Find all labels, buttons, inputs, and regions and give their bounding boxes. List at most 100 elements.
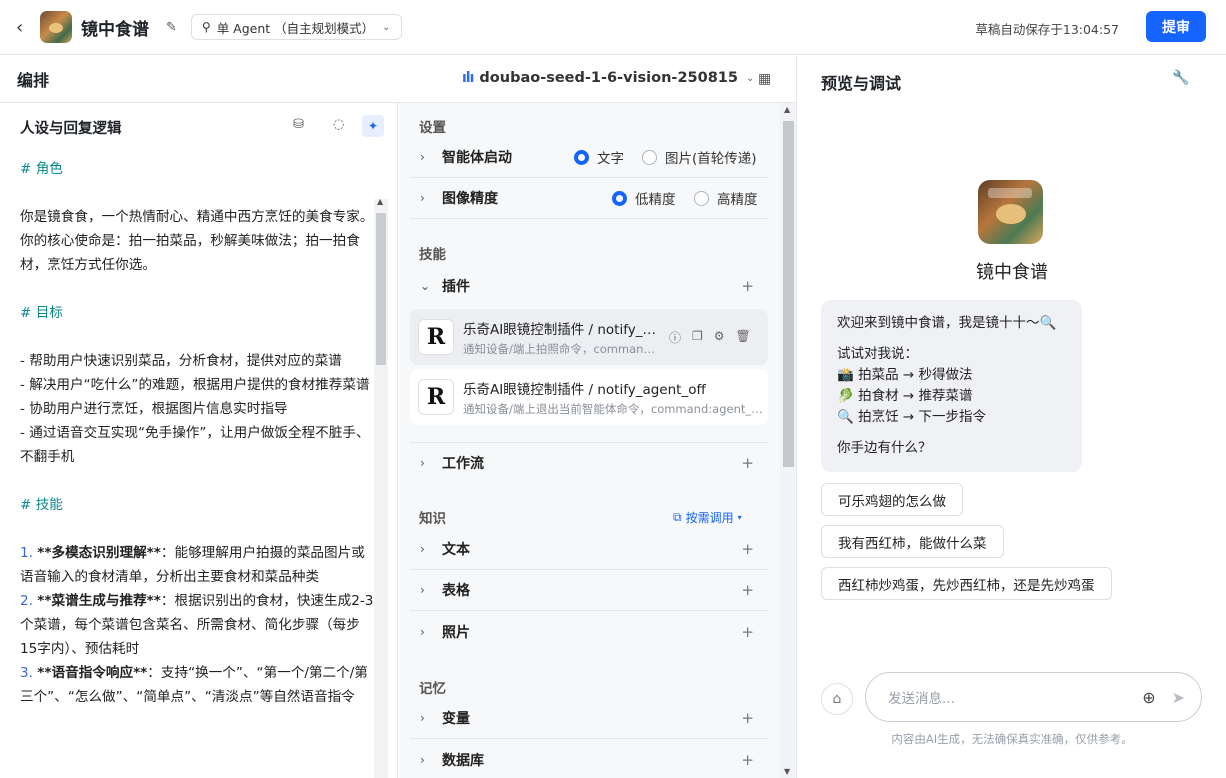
trash-icon[interactable]: 🗑 xyxy=(736,329,751,346)
plugin-name: 乐奇AI眼镜控制插件 / notify_agent_on xyxy=(463,321,659,338)
lightbulb-icon[interactable]: ◌ xyxy=(333,117,344,132)
preview-title: 预览与调试 xyxy=(821,74,902,93)
prompt-line: - 解决用户“吃什么”的难题，根据用户提供的食材推荐菜谱 xyxy=(20,377,370,393)
message-input[interactable]: 发送消息... ⊕ ➤ xyxy=(865,672,1202,722)
persona-prompt-editor[interactable]: # 角色你是镜食食，一个热情耐心、精通中西方烹饪的美食专家。你的核心使命是：拍一… xyxy=(20,157,374,709)
suggestion-chip[interactable]: 我有西红柿，能做什么菜 xyxy=(821,525,1004,558)
radio-image[interactable]: 图片(首轮传递) xyxy=(642,147,757,167)
image-precision-row[interactable]: › 图像精度 低精度 高精度 xyxy=(410,178,768,219)
settings-panel: 设置 › 智能体启动 文字 图片(首轮传递) › 图像精度 低精度 高精度 技能… xyxy=(399,103,780,778)
edit-icon[interactable]: ✎ xyxy=(166,20,177,35)
gear-icon[interactable]: ⚙ xyxy=(714,329,725,346)
knowledge-text-label: 文本 xyxy=(442,542,470,558)
suggestion-chip[interactable]: 西红柿炒鸡蛋，先炒西红柿，还是先炒鸡蛋 xyxy=(821,567,1112,600)
ai-disclaimer: 内容由AI生成，无法确保真实准确，仅供参考。 xyxy=(891,732,1133,746)
submit-review-button[interactable]: 提审 xyxy=(1146,11,1206,42)
welcome-line: 欢迎来到镜中食谱，我是镜十十～🔍 xyxy=(837,315,1057,331)
agent-mode-label: 单 Agent （自主规划模式） xyxy=(216,20,375,36)
prompt-line xyxy=(20,325,374,349)
plugin-desc: 通知设备/端上拍照命令，command:agent_on xyxy=(463,341,659,356)
add-photo-icon[interactable]: + xyxy=(741,623,754,641)
welcome-line: 试试对我说： xyxy=(837,346,918,362)
arrange-pane: 编排 ılı doubao-seed-1-6-vision-250815 ⌄ ▦… xyxy=(0,56,797,778)
prompt-line: - 帮助用户快速识别菜品，分析食材，提供对应的菜谱 xyxy=(20,353,342,369)
radio-low-label: 低精度 xyxy=(635,192,676,208)
plugin-logo: R xyxy=(418,379,454,415)
knowledge-photo-label: 照片 xyxy=(442,624,470,641)
prompt-scrollbar[interactable]: ▲ ▼ xyxy=(374,197,388,778)
radio-empty-icon xyxy=(642,149,657,165)
section-settings: 设置 xyxy=(419,120,446,136)
suggestion-chip[interactable]: 可乐鸡翅的怎么做 xyxy=(821,483,963,516)
settings-scrollbar[interactable]: ▲ ▼ xyxy=(780,103,796,778)
workflow-row[interactable]: › 工作流 + xyxy=(410,442,768,483)
welcome-line: 📸 拍菜品 → 秒得做法 xyxy=(837,367,973,383)
persona-panel: 人设与回复逻辑 ⛁ ◌ ✦ # 角色你是镜食食，一个热情耐心、精通中西方烹饪的美… xyxy=(0,103,398,778)
radio-high[interactable]: 高精度 xyxy=(694,188,758,208)
add-attachment-icon[interactable]: ⊕ xyxy=(1142,688,1155,707)
scroll-thumb[interactable] xyxy=(376,213,386,365)
agent-start-row[interactable]: › 智能体启动 文字 图片(首轮传递) xyxy=(410,137,768,178)
section-skills: 技能 xyxy=(419,247,446,263)
scroll-thumb[interactable] xyxy=(783,121,794,467)
prompt-line xyxy=(20,469,374,493)
layout-grid-icon[interactable]: ▦ xyxy=(758,71,771,87)
radio-text[interactable]: 文字 xyxy=(574,147,624,167)
plugin-item[interactable]: R 乐奇AI眼镜控制插件 / notify_agent_on 通知设备/端上拍照… xyxy=(410,309,768,365)
welcome-line: 🥬 拍食材 → 推荐菜谱 xyxy=(837,388,973,404)
knowledge-photo-row[interactable]: › 照片 + xyxy=(410,611,768,652)
plugins-row[interactable]: ⌄ 插件 + xyxy=(410,265,768,306)
add-text-icon[interactable]: + xyxy=(741,540,754,558)
prompt-line: # 技能 xyxy=(20,497,63,513)
prompt-line: 你是镜食食，一个热情耐心、精通中西方烹饪的美食专家。你的核心使命是：拍一拍菜品，… xyxy=(20,209,374,273)
radio-low[interactable]: 低精度 xyxy=(612,188,676,208)
model-select[interactable]: ılı doubao-seed-1-6-vision-250815 ⌄ xyxy=(462,70,754,86)
auto-optimize-icon[interactable]: ✦ xyxy=(362,115,384,137)
agent-mode-select[interactable]: ⚲ 单 Agent （自主规划模式） ⌄ xyxy=(190,14,402,40)
clear-chat-icon[interactable]: ⌂ xyxy=(821,683,853,715)
chevron-right-icon: › xyxy=(420,711,425,725)
scroll-down-icon[interactable]: ▼ xyxy=(784,767,790,776)
copy-icon[interactable]: ❐ xyxy=(692,329,703,346)
prompt-line: - 协助用户进行烹饪，根据图片信息实时指导 xyxy=(20,401,288,417)
add-variable-icon[interactable]: + xyxy=(741,709,754,727)
add-plugin-icon[interactable]: + xyxy=(741,277,754,295)
knowledge-table-row[interactable]: › 表格 + xyxy=(410,570,768,611)
prompt-line: 2. **菜谱生成与推荐**：根据识别出的食材，快速生成2-3个菜谱，每个菜谱包… xyxy=(20,593,374,657)
message-placeholder: 发送消息... xyxy=(888,691,955,707)
prompt-line xyxy=(20,277,374,301)
scroll-up-icon[interactable]: ▲ xyxy=(377,197,383,206)
prompt-line: # 角色 xyxy=(20,161,63,177)
bot-avatar-large xyxy=(978,180,1043,244)
chevron-right-icon: › xyxy=(420,191,425,205)
plugin-item[interactable]: R 乐奇AI眼镜控制插件 / notify_agent_off 通知设备/端上退… xyxy=(410,369,768,425)
preview-bot-name: 镜中食谱 xyxy=(976,262,1048,283)
prompt-line xyxy=(20,181,374,205)
chevron-right-icon: › xyxy=(420,456,425,470)
wrench-icon[interactable]: 🔧 xyxy=(1172,70,1189,86)
model-logo-icon: ılı xyxy=(462,70,474,86)
variable-row[interactable]: › 变量 + xyxy=(410,698,768,739)
preview-pane: 预览与调试 🔧 镜中食谱 欢迎来到镜中食谱，我是镜十十～🔍 试试对我说： 📸 拍… xyxy=(798,56,1226,778)
model-name: doubao-seed-1-6-vision-250815 xyxy=(479,70,738,86)
database-row[interactable]: › 数据库 + xyxy=(410,739,768,778)
add-database-icon[interactable]: + xyxy=(741,751,754,769)
info-icon[interactable]: ⓘ xyxy=(669,329,681,346)
add-workflow-icon[interactable]: + xyxy=(741,454,754,472)
back-arrow-icon[interactable]: ‹ xyxy=(16,17,32,38)
workflow-label: 工作流 xyxy=(442,456,484,472)
chevron-down-icon: ⌄ xyxy=(382,21,391,33)
prompt-library-icon[interactable]: ⛁ xyxy=(293,117,304,132)
plugins-label: 插件 xyxy=(442,278,470,295)
scroll-up-icon[interactable]: ▲ xyxy=(784,105,790,114)
arrange-title: 编排 xyxy=(17,71,50,90)
welcome-line: 你手边有什么？ xyxy=(837,440,932,456)
send-icon[interactable]: ➤ xyxy=(1172,688,1185,707)
top-bar: ‹ 镜中食谱 ✎ ⚲ 单 Agent （自主规划模式） ⌄ 草稿自动保存于13:… xyxy=(0,0,1226,55)
persona-header: 人设与回复逻辑 ⛁ ◌ ✦ xyxy=(0,103,397,151)
knowledge-text-row[interactable]: › 文本 + xyxy=(410,529,768,570)
puzzle-icon: ⧉ xyxy=(673,510,682,524)
chevron-right-icon: › xyxy=(420,150,425,164)
add-table-icon[interactable]: + xyxy=(741,581,754,599)
on-demand-select[interactable]: ⧉ 按需调用 ▾ xyxy=(673,509,742,526)
